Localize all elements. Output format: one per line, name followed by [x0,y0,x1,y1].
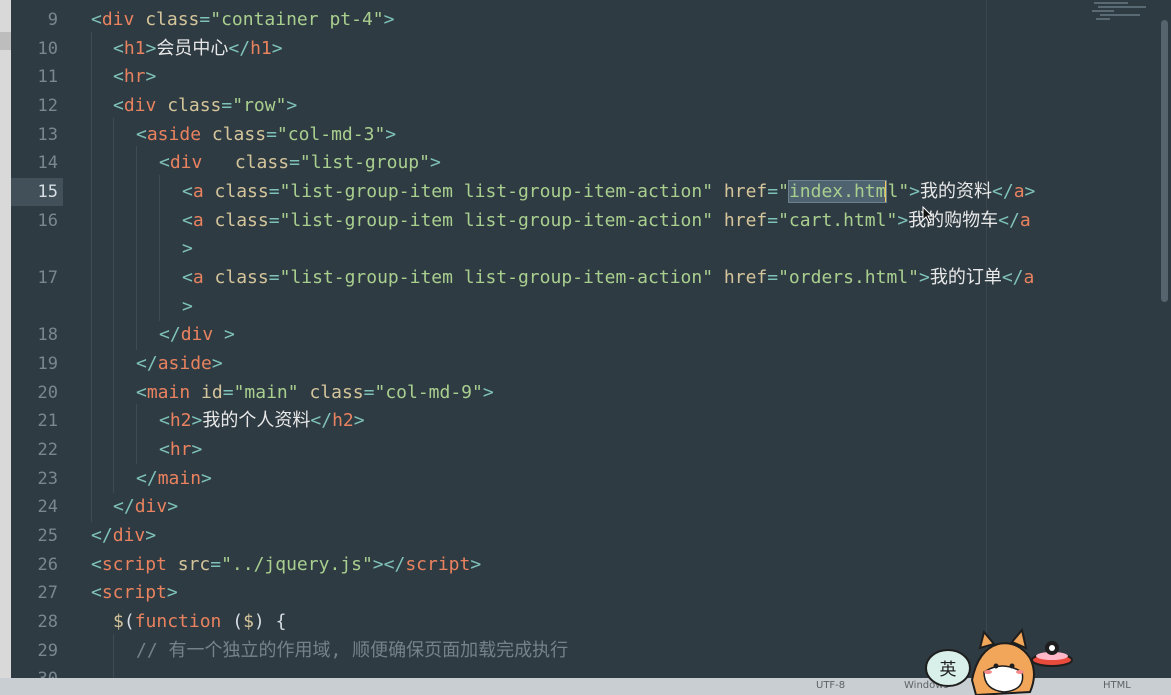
code-line-9: <div class="container pt-4"> [91,9,395,30]
line-number: 28 [37,612,58,632]
vertical-scrollbar[interactable] [1161,20,1168,302]
code-line-16: <a class="list-group-item list-group-ite… [182,210,1031,231]
indent-guide [136,146,137,350]
line-number: 18 [37,325,58,345]
indent-guide [113,634,114,678]
code-line-24: </div> [113,496,179,517]
cat-mascot-sticker: 英 [925,627,1073,695]
mouse-pointer-icon [922,206,934,224]
minimap[interactable] [1088,0,1160,24]
indent-guide [136,404,137,464]
code-line-22: <hr> [159,439,203,460]
line-number: 9 [47,10,58,30]
code-area[interactable]: <div class="container pt-4"> <h1>会员中心</h… [91,0,1151,678]
code-line-11: <hr> [113,66,157,87]
line-number: 23 [37,469,58,489]
code-line-17-wrap: > [182,296,193,317]
code-line-13: <aside class="col-md-3"> [136,124,397,145]
line-number: 29 [37,641,58,661]
code-line-17: <a class="list-group-item list-group-ite… [182,267,1035,288]
line-number: 22 [37,440,58,460]
code-line-25: </div> [91,525,157,546]
indent-guide [159,175,160,321]
line-number: 20 [37,383,58,403]
line-number: 25 [37,526,58,546]
code-line-16-wrap: > [182,238,193,259]
indent-guide [91,32,92,522]
line-number: 26 [37,555,58,575]
code-line-28: $(function ($) { [113,611,287,632]
syntax-indicator[interactable]: HTML [1103,680,1131,691]
code-line-10: <h1>会员中心</h1> [113,38,283,59]
code-line-23: </main> [136,468,212,489]
line-number-active: 15 [37,182,58,202]
line-number: 14 [37,153,58,173]
sticker-badge-text: 英 [940,660,957,680]
code-line-18: </div > [159,324,235,345]
code-line-21: <h2>我的个人资料</h2> [159,410,365,431]
indent-guide [113,118,114,493]
line-number: 11 [37,67,58,87]
line-number: 27 [37,583,58,603]
line-number: 24 [37,497,58,517]
line-number: 21 [37,411,58,431]
encoding-indicator[interactable]: UTF-8 [816,680,845,691]
code-line-15: <a class="list-group-item list-group-ite… [182,180,1036,203]
code-line-27: <script> [91,582,178,603]
code-comment-line-29: // 有一个独立的作用域, 顺便确保页面加载完成执行 [136,640,569,661]
line-number: 13 [37,125,58,145]
line-number: 19 [37,354,58,374]
line-number: 16 [37,211,58,231]
line-number-gutter: 9 10 11 12 13 14 15 16 17 18 19 20 21 22… [11,0,73,678]
code-line-20: <main id="main" class="col-md-9"> [136,382,494,403]
window-left-edge [0,0,11,678]
code-line-14: <div class="list-group"> [159,152,441,173]
selected-text: index.htm [787,180,888,203]
code-line-26: <script src="../jquery.js"></script> [91,554,482,575]
left-edge-marker [0,32,11,50]
line-number: 12 [37,96,58,116]
line-number: 10 [37,39,58,59]
code-line-19: </aside> [136,353,223,374]
line-number: 30 [38,665,58,678]
code-editor[interactable]: 9 10 11 12 13 14 15 16 17 18 19 20 21 22… [0,0,1171,678]
code-line-12: <div class="row"> [113,95,298,116]
line-number: 17 [37,268,58,288]
